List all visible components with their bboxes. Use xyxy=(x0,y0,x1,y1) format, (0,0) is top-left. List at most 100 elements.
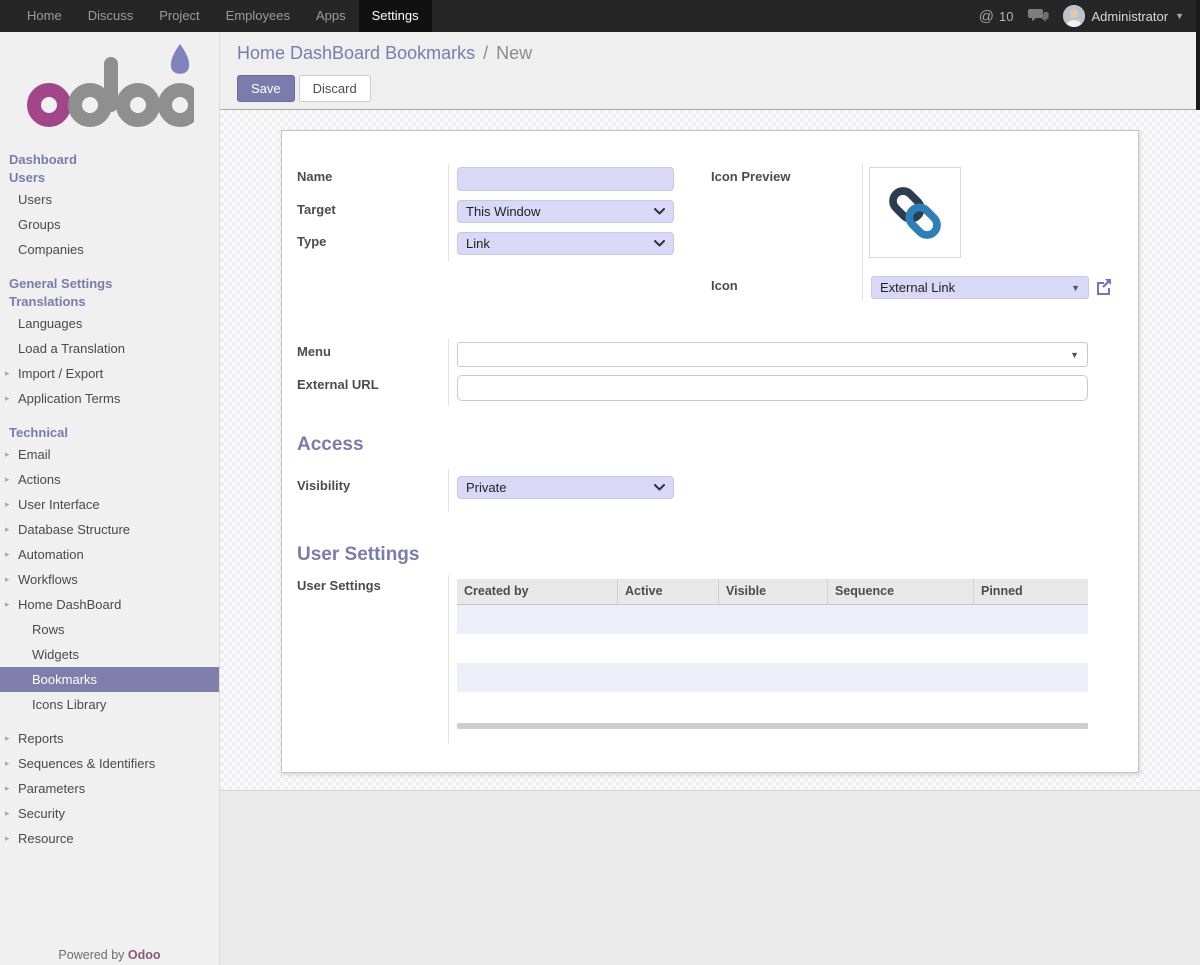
sidebar-item-widgets[interactable]: Widgets xyxy=(0,642,219,667)
expand-caret-icon: ▸ xyxy=(5,442,10,467)
sidebar-item-workflows[interactable]: ▸Workflows xyxy=(0,567,219,592)
horizontal-scrollbar[interactable] xyxy=(457,723,1088,729)
odoo-logo xyxy=(0,32,219,138)
topbar-item-discuss[interactable]: Discuss xyxy=(75,0,147,32)
sidebar-item-label: Translations xyxy=(9,294,86,309)
external-link-icon[interactable] xyxy=(1094,277,1113,296)
column-header-created-by[interactable]: Created by xyxy=(457,579,618,604)
sidebar-item-companies[interactable]: Companies xyxy=(0,237,219,262)
avatar xyxy=(1063,5,1085,27)
expand-caret-icon: ▸ xyxy=(5,801,10,826)
topbar-item-apps[interactable]: Apps xyxy=(303,0,359,32)
sidebar-item-security[interactable]: ▸ Security xyxy=(0,801,219,826)
column-header-sequence[interactable]: Sequence xyxy=(828,579,974,604)
topbar-item-employees[interactable]: Employees xyxy=(213,0,303,32)
save-button[interactable]: Save xyxy=(237,75,295,102)
sidebar-item-reports[interactable]: ▸Reports xyxy=(0,726,219,751)
at-mention-icon: @ xyxy=(979,8,994,25)
expand-caret-icon: ▸ xyxy=(5,517,10,542)
sidebar-section-general-settings: General Settings xyxy=(0,275,219,293)
sidebar-section-users: Users xyxy=(0,169,219,187)
sidebar-item-application-terms[interactable]: ▸Application Terms xyxy=(0,386,219,411)
sidebar-item-import-export[interactable]: ▸ Import / Export xyxy=(0,361,219,386)
content-background: Name Target This Window Type Link Icon P… xyxy=(220,110,1200,790)
table-row[interactable] xyxy=(457,605,1088,634)
external-url-input[interactable] xyxy=(457,375,1088,401)
sidebar-item-label: Widgets xyxy=(32,647,79,662)
column-header-active[interactable]: Active xyxy=(618,579,719,604)
sidebar-item-label: Home DashBoard xyxy=(18,597,121,612)
expand-caret-icon: ▸ xyxy=(5,776,10,801)
visibility-select-value: Private xyxy=(466,480,506,495)
sidebar-item-rows[interactable]: Rows xyxy=(0,617,219,642)
sidebar-item-icons-library[interactable]: Icons Library xyxy=(0,692,219,717)
name-label: Name xyxy=(297,169,332,184)
sidebar-item-label: Users xyxy=(9,170,45,185)
table-row[interactable] xyxy=(457,692,1088,721)
user-settings-label: User Settings xyxy=(297,578,381,593)
sidebar-item-resource[interactable]: ▸Resource xyxy=(0,826,219,851)
discard-button[interactable]: Discard xyxy=(299,75,371,102)
column-header-pinned[interactable]: Pinned xyxy=(974,579,1088,604)
user-menu[interactable]: Administrator ▼ xyxy=(1063,5,1185,27)
messages-icon[interactable] xyxy=(1028,9,1049,24)
topbar-item-home[interactable]: Home xyxy=(14,0,75,32)
field-separator xyxy=(448,575,449,743)
sidebar-section-technical: Technical xyxy=(0,424,219,442)
name-input[interactable] xyxy=(457,167,674,191)
dropdown-triangle-icon: ▼ xyxy=(1070,350,1079,360)
sidebar-item-automation[interactable]: ▸Automation xyxy=(0,542,219,567)
field-separator xyxy=(448,339,449,406)
expand-caret-icon: ▸ xyxy=(5,361,10,386)
sidebar-item-label: Security xyxy=(18,806,65,821)
sidebar-item-label: Languages xyxy=(18,316,82,331)
menu-select[interactable]: ▼ xyxy=(457,342,1088,367)
target-select-value: This Window xyxy=(466,204,540,219)
sidebar-item-database-structure[interactable]: ▸Database Structure xyxy=(0,517,219,542)
sidebar-item-label: Application Terms xyxy=(18,391,120,406)
expand-caret-icon: ▸ xyxy=(5,567,10,592)
sidebar-item-bookmarks[interactable]: Bookmarks xyxy=(0,667,219,692)
sidebar-item-label: Users xyxy=(18,192,52,207)
sidebar-item-label: Dashboard xyxy=(9,152,77,167)
column-header-visible[interactable]: Visible xyxy=(719,579,828,604)
table-row[interactable] xyxy=(457,663,1088,692)
field-separator xyxy=(448,469,449,511)
sidebar-item-label: User Interface xyxy=(18,497,100,512)
mentions-counter[interactable]: @ 10 xyxy=(979,8,1014,25)
sidebar-item-load-a-translation[interactable]: Load a Translation xyxy=(0,336,219,361)
form-sheet: Name Target This Window Type Link Icon P… xyxy=(281,130,1139,773)
topbar-item-settings[interactable]: Settings xyxy=(359,0,432,32)
sidebar-item-actions[interactable]: ▸Actions xyxy=(0,467,219,492)
sidebar-item-email[interactable]: ▸Email xyxy=(0,442,219,467)
sidebar-item-label: Load a Translation xyxy=(18,341,125,356)
odoo-brand-link[interactable]: Odoo xyxy=(128,948,161,962)
main-area: Home DashBoard Bookmarks / New Save Disc… xyxy=(220,32,1200,965)
chevron-down-icon xyxy=(654,208,665,215)
form-buttons: Save Discard xyxy=(237,75,371,102)
sidebar-item-home-dashboard[interactable]: ▸Home DashBoard xyxy=(0,592,219,617)
icon-preview xyxy=(869,167,961,258)
expand-caret-icon: ▸ xyxy=(5,467,10,492)
sidebar-item-label: Import / Export xyxy=(18,366,103,381)
breadcrumb-current: New xyxy=(496,43,532,63)
topbar-right: @ 10 Administrator ▼ xyxy=(979,0,1200,32)
sidebar-item-languages[interactable]: Languages xyxy=(0,311,219,336)
sidebar-item-parameters[interactable]: ▸ Parameters xyxy=(0,776,219,801)
icon-select-value: External Link xyxy=(880,280,955,295)
icon-select[interactable]: External Link ▼ xyxy=(871,276,1089,299)
breadcrumb-parent-link[interactable]: Home DashBoard Bookmarks xyxy=(237,43,475,63)
sidebar-nav: Dashboard Users Users GroupsCompanies Genera… xyxy=(0,151,219,851)
sidebar-item-user-interface[interactable]: ▸User Interface xyxy=(0,492,219,517)
sidebar-item-users[interactable]: Users xyxy=(0,187,219,212)
sidebar-item-label: Automation xyxy=(18,547,84,562)
chevron-down-icon xyxy=(654,240,665,247)
sidebar-item-label: Parameters xyxy=(18,781,85,796)
type-select[interactable]: Link xyxy=(457,232,674,255)
sidebar-item-groups[interactable]: Groups xyxy=(0,212,219,237)
sidebar-item-sequences-identifiers[interactable]: ▸Sequences & Identifiers xyxy=(0,751,219,776)
topbar-item-project[interactable]: Project xyxy=(146,0,212,32)
visibility-select[interactable]: Private xyxy=(457,476,674,499)
table-row[interactable] xyxy=(457,634,1088,663)
target-select[interactable]: This Window xyxy=(457,200,674,223)
